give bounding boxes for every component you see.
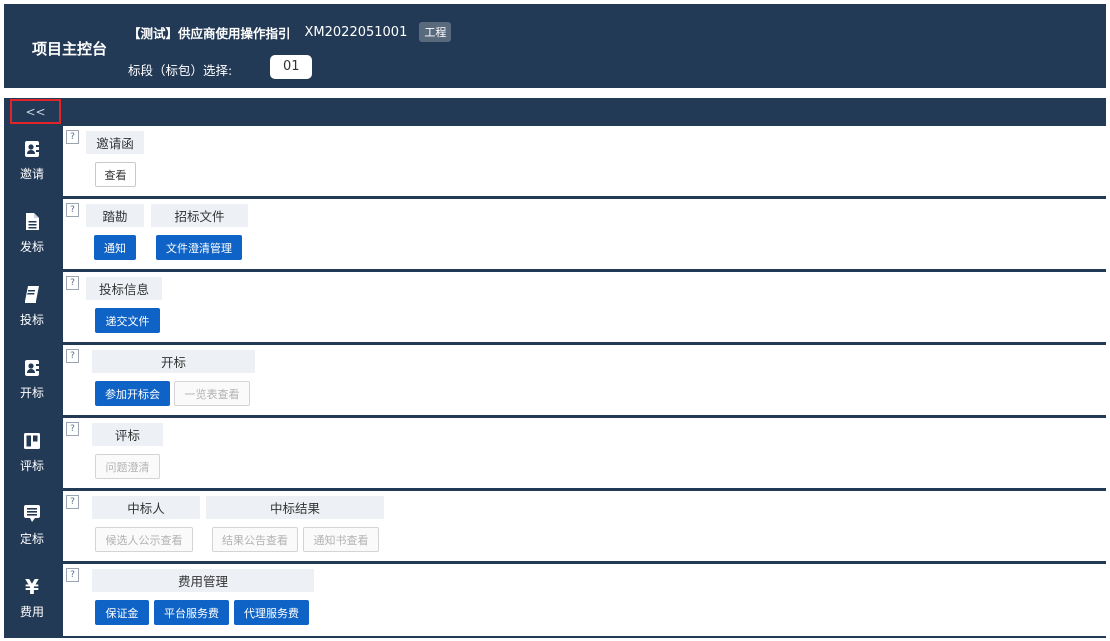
- nav-bar: [4, 98, 1106, 124]
- help-icon[interactable]: ?: [66, 130, 79, 144]
- project-code: XM2022051001: [304, 24, 408, 40]
- help-icon[interactable]: ?: [66, 422, 79, 436]
- sidebar-item-invite[interactable]: 邀请: [4, 124, 60, 197]
- sidebar-item-award[interactable]: 定标: [4, 489, 60, 562]
- document-icon: [23, 213, 41, 231]
- lot-label: 标段（标包）选择:: [128, 63, 233, 78]
- sidebar-item-label: 投标: [19, 312, 44, 327]
- panel-evaluation: ? 评标 问题澄清: [63, 418, 1106, 488]
- help-icon[interactable]: ?: [66, 495, 79, 509]
- sidebar-item-label: 定标: [19, 531, 44, 546]
- panel-bid: ? 投标信息 递交文件: [63, 272, 1106, 342]
- section-label: 邀请函: [86, 131, 144, 154]
- person-icon: [23, 140, 41, 158]
- panel-fees: ? 费用管理 保证金 平台服务费 代理服务费: [63, 564, 1106, 636]
- comment-icon: [23, 505, 41, 523]
- deposit-button[interactable]: 保证金: [95, 600, 149, 625]
- panel-award: ? 中标人 中标结果 候选人公示查看 结果公告查看 通知书查看: [63, 491, 1106, 561]
- help-icon[interactable]: ?: [66, 568, 79, 582]
- panel-invite: ? 邀请函 查看: [63, 126, 1106, 196]
- sidebar: 邀请 发标 投标 开标 评标 定标 ¥ 费用: [4, 124, 60, 638]
- sidebar-item-evaluation[interactable]: 评标: [4, 416, 60, 489]
- help-icon[interactable]: ?: [66, 203, 79, 217]
- section-label: 中标人: [92, 496, 200, 519]
- sidebar-item-opening[interactable]: 开标: [4, 343, 60, 416]
- section-label: 费用管理: [92, 569, 314, 592]
- lot-selector: 标段（标包）选择: 01: [128, 54, 313, 79]
- person-icon: [23, 359, 41, 377]
- view-award-letter-button[interactable]: 通知书查看: [303, 527, 379, 552]
- sidebar-item-label: 开标: [19, 385, 44, 400]
- panel-opening: ? 开标 参加开标会 一览表查看: [63, 345, 1106, 415]
- sidebar-item-fees[interactable]: ¥ 费用: [4, 562, 60, 635]
- header-bar: 项目主控台 【测试】供应商使用操作指引 XM2022051001 工程 标段（标…: [4, 4, 1106, 88]
- project-info: 【测试】供应商使用操作指引 XM2022051001 工程: [128, 22, 452, 42]
- sidebar-item-bid[interactable]: 投标: [4, 270, 60, 343]
- submit-files-button[interactable]: 递交文件: [95, 308, 160, 333]
- lot-select-button[interactable]: 01: [270, 54, 313, 79]
- view-invitation-button[interactable]: 查看: [95, 162, 136, 187]
- help-icon[interactable]: ?: [66, 276, 79, 290]
- notice-button[interactable]: 通知: [94, 235, 136, 260]
- view-candidate-notice-button[interactable]: 候选人公示查看: [95, 527, 193, 552]
- sidebar-item-label: 评标: [19, 458, 44, 473]
- book-icon: [23, 286, 41, 304]
- section-label: 投标信息: [86, 277, 162, 300]
- project-type-badge: 工程: [419, 22, 452, 42]
- project-name: 【测试】供应商使用操作指引: [128, 25, 291, 41]
- sidebar-item-publish[interactable]: 发标: [4, 197, 60, 270]
- section-label: 中标结果: [206, 496, 384, 519]
- sidebar-item-label: 费用: [19, 604, 44, 619]
- view-summary-button[interactable]: 一览表查看: [174, 381, 250, 406]
- section-label: 开标: [92, 350, 255, 373]
- join-opening-button[interactable]: 参加开标会: [95, 381, 170, 406]
- view-result-notice-button[interactable]: 结果公告查看: [212, 527, 298, 552]
- board-icon: [23, 432, 41, 450]
- question-clarification-button[interactable]: 问题澄清: [95, 454, 160, 479]
- collapse-sidebar-button[interactable]: <<: [10, 99, 61, 124]
- sidebar-item-label: 发标: [19, 239, 44, 254]
- yen-icon: ¥: [25, 574, 39, 599]
- section-label: 招标文件: [151, 204, 248, 227]
- section-label: 评标: [92, 423, 163, 446]
- section-label: 踏勘: [86, 204, 144, 227]
- help-icon[interactable]: ?: [66, 349, 79, 363]
- main-content: ? 邀请函 查看 ? 踏勘 招标文件 通知 文件澄清管理 ? 投标信息 递交文件…: [60, 124, 1106, 638]
- panel-publish: ? 踏勘 招标文件 通知 文件澄清管理: [63, 199, 1106, 269]
- clarification-management-button[interactable]: 文件澄清管理: [156, 235, 242, 260]
- sidebar-item-label: 邀请: [19, 166, 44, 181]
- agency-fee-button[interactable]: 代理服务费: [234, 600, 309, 625]
- platform-fee-button[interactable]: 平台服务费: [154, 600, 229, 625]
- page-title: 项目主控台: [32, 40, 108, 58]
